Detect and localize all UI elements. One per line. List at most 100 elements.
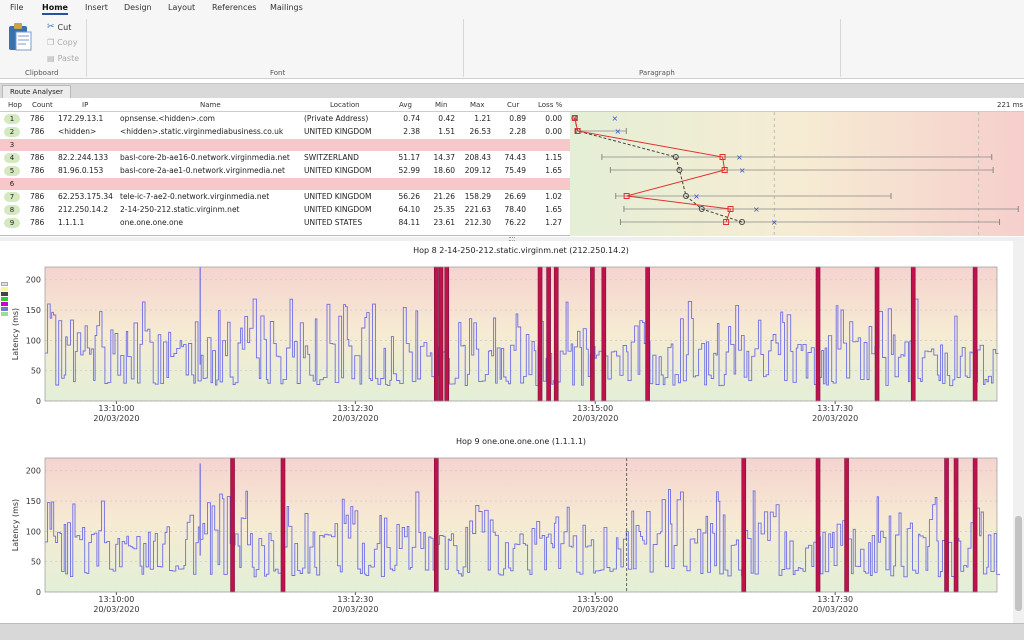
column-header-location[interactable]: Location (330, 101, 360, 109)
hop-row[interactable]: 4 786 82.2.244.133 basl-core-2b-ae16-0.netw… (0, 152, 570, 164)
cell-loss: 1.15 (545, 153, 562, 162)
cell-location: UNITED STATES (304, 218, 363, 227)
menu-references[interactable]: References (212, 3, 256, 12)
column-header-count[interactable]: Count (32, 101, 53, 109)
packet-loss-marker (645, 266, 650, 402)
column-header-name[interactable]: Name (200, 101, 221, 109)
menu-file[interactable]: File (10, 3, 23, 12)
cell-avg: 56.26 (398, 192, 420, 201)
clipboard-group-label: Clipboard (25, 69, 59, 77)
hop-number: 5 (4, 166, 20, 176)
cell-cur: 76.22 (504, 218, 526, 227)
paste-icon[interactable] (7, 22, 33, 52)
copy-button[interactable]: ❐ Copy (47, 38, 77, 47)
y-tick-label: 100 (26, 336, 41, 345)
x-tick-date: 20/03/2020 (332, 605, 378, 614)
cell-min: 21.26 (433, 192, 455, 201)
x-tick-time: 13:15:00 (577, 595, 613, 604)
tab-route-analyser[interactable]: Route Analyser (2, 85, 71, 99)
packet-loss-marker (537, 266, 543, 402)
packet-loss-marker (433, 266, 439, 402)
cell-location: SWITZERLAND (304, 153, 359, 162)
packet-loss-marker (741, 457, 747, 593)
menu-mailings[interactable]: Mailings (270, 3, 303, 12)
column-header-hop[interactable]: Hop (8, 101, 22, 109)
cell-avg: 52.99 (398, 166, 420, 175)
y-tick-label: 150 (26, 497, 41, 506)
column-header-ip[interactable]: IP (82, 101, 88, 109)
cell-count: 786 (30, 153, 45, 162)
vertical-scrollbar[interactable] (1013, 241, 1024, 623)
ribbon: ✂ Cut ❐ Copy ▤ Paste Clipboard Font Para… (0, 17, 1024, 79)
sample-marker: × (615, 127, 622, 136)
cell-count: 786 (30, 218, 45, 227)
cell-cur: 2.28 (509, 127, 526, 136)
clipboard-icon: ▤ (47, 54, 55, 63)
hop-row[interactable]: 1 786 172.29.13.1 opnsense.<hidden>.com (Pri… (0, 113, 570, 125)
sample-marker: × (771, 218, 778, 227)
paste-label: Paste (57, 54, 80, 63)
cell-loss: 1.65 (545, 166, 562, 175)
menu-insert[interactable]: Insert (85, 3, 108, 12)
cell-location: (Private Address) (304, 114, 369, 123)
cell-max: 221.63 (464, 205, 491, 214)
hop-row[interactable]: 2 786 <hidden> <hidden>.static.virginmediab… (0, 126, 570, 138)
cell-name: 2-14-250-212.static.virginm.net (120, 205, 240, 214)
menu-layout[interactable]: Layout (168, 3, 195, 12)
hop8-latency-chart: Hop 8 2-14-250-212.static.virginm.net (2… (11, 246, 999, 423)
x-tick-date: 20/03/2020 (812, 414, 858, 423)
column-header-min[interactable]: Min (435, 101, 447, 109)
hop-row[interactable]: 5 786 81.96.0.153 basl-core-2a-ae1-0.networ… (0, 165, 570, 177)
packet-loss-marker (433, 457, 439, 593)
cell-loss: 0.00 (545, 114, 562, 123)
cell-cur: 78.40 (504, 205, 526, 214)
cell-ip: 172.29.13.1 (58, 114, 104, 123)
cell-count: 786 (30, 127, 45, 136)
packet-loss-marker (601, 266, 607, 402)
x-tick-time: 13:10:00 (98, 595, 134, 604)
route-graph-background (570, 112, 1024, 236)
cell-avg: 51.17 (398, 153, 420, 162)
packet-loss-marker (844, 457, 849, 593)
sample-marker: × (693, 192, 700, 201)
cell-min: 0.42 (438, 114, 455, 123)
hop-row[interactable]: 6 (0, 178, 570, 190)
packet-loss-marker (874, 266, 880, 402)
paste-button[interactable]: ▤ Paste (47, 54, 79, 63)
packet-loss-marker (438, 266, 444, 402)
packet-loss-marker (444, 266, 450, 402)
cell-cur: 0.89 (509, 114, 526, 123)
y-tick-label: 50 (31, 367, 41, 376)
column-header-loss[interactable]: Loss % (538, 101, 562, 109)
menu-design[interactable]: Design (124, 3, 152, 12)
sample-marker: × (753, 205, 760, 214)
cell-min: 23.61 (433, 218, 455, 227)
cell-min: 18.60 (433, 166, 455, 175)
cell-count: 786 (30, 205, 45, 214)
packet-loss-marker (972, 266, 978, 402)
x-tick-time: 13:12:30 (337, 595, 373, 604)
scrollbar-thumb[interactable] (1015, 516, 1022, 611)
cell-ip: 81.96.0.153 (58, 166, 104, 175)
cell-min: 1.51 (438, 127, 455, 136)
hop-row[interactable]: 7 786 62.253.175.34 tele-ic-7-ae2-0.network… (0, 191, 570, 203)
hop-row[interactable]: 9 786 1.1.1.1 one.one.one.one UNITED STATES 8… (0, 217, 570, 229)
hop-row[interactable]: 8 786 212.250.14.2 2-14-250-212.static.virg… (0, 204, 570, 216)
y-tick-label: 200 (26, 467, 41, 476)
cut-button[interactable]: ✂ Cut (47, 22, 71, 32)
column-header-avg[interactable]: Avg (399, 101, 412, 109)
x-tick-time: 13:17:30 (817, 595, 853, 604)
cell-ip: 82.2.244.133 (58, 153, 109, 162)
x-tick-date: 20/03/2020 (572, 605, 618, 614)
column-header-cur[interactable]: Cur (507, 101, 519, 109)
cell-cur: 26.69 (504, 192, 526, 201)
packet-loss-marker (972, 457, 978, 593)
cell-ip: 212.250.14.2 (58, 205, 109, 214)
packet-loss-marker (953, 457, 959, 593)
menu-home[interactable]: Home (42, 3, 68, 15)
column-header-max[interactable]: Max (470, 101, 484, 109)
hop-row[interactable]: 3 (0, 139, 570, 151)
copy-label: Copy (57, 38, 78, 47)
chart-title: Hop 8 2-14-250-212.static.virginm.net (2… (413, 246, 629, 255)
cell-max: 1.21 (474, 114, 491, 123)
